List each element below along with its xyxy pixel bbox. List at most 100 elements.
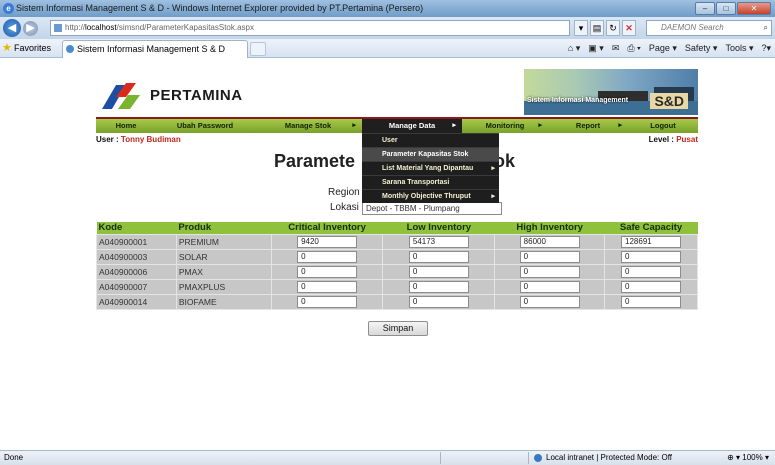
submenu-arrow-icon: ▸: [352, 122, 356, 129]
menu-ubah-password[interactable]: Ubah Password: [156, 119, 254, 133]
cell-low: 0: [382, 279, 496, 295]
search-input[interactable]: DAEMON Search ⌕: [646, 20, 772, 36]
low-input[interactable]: 0: [408, 281, 469, 293]
header-high: High Inventory: [494, 222, 605, 235]
url-prefix: http://: [65, 23, 86, 32]
cell-critical: 0: [270, 279, 384, 295]
dropdown-arrow-icon[interactable]: ▾: [574, 20, 588, 36]
safe-input[interactable]: 0: [621, 296, 682, 308]
table-header-row: Kode Produk Critical Inventory Low Inven…: [96, 222, 698, 235]
cell-kode: A040900001: [96, 234, 177, 250]
safe-input[interactable]: 0: [621, 281, 682, 293]
cell-low: 0: [382, 294, 496, 310]
header-kode: Kode: [96, 222, 177, 235]
cell-critical: 0: [270, 294, 384, 310]
command-bar: ⌂ ▾ ▣ ▾ ✉ ⎙ ▾ Page ▾ Safety ▾ Tools ▾ ?▾: [568, 42, 771, 55]
status-text: Done: [4, 453, 24, 462]
simpan-button[interactable]: Simpan: [368, 321, 428, 336]
critical-input[interactable]: 9420: [297, 236, 358, 248]
submenu-arrow-icon: ▸: [538, 122, 542, 129]
cell-kode: A040900006: [96, 264, 177, 280]
favorites-bar: ★ Favorites Sistem Informasi Management …: [0, 39, 775, 58]
table-row: A040900007 PMAXPLUS 0 0 0 0: [96, 279, 698, 295]
window-controls: – □ ✕: [695, 2, 771, 15]
critical-input[interactable]: 0: [297, 266, 358, 278]
critical-input[interactable]: 0: [297, 296, 358, 308]
page-menu[interactable]: Page ▾: [649, 42, 677, 55]
safe-input[interactable]: 0: [621, 251, 682, 263]
dropdown-item-list-material[interactable]: List Material Yang Dipantau ▸: [362, 161, 499, 175]
home-icon[interactable]: ⌂ ▾: [568, 42, 580, 55]
tools-menu[interactable]: Tools ▾: [725, 42, 753, 55]
dropdown-item-sarana-transportasi[interactable]: Sarana Transportasi: [362, 175, 499, 189]
help-icon[interactable]: ?▾: [761, 42, 771, 55]
stop-icon[interactable]: ✕: [622, 20, 636, 36]
low-input[interactable]: 54173: [408, 236, 469, 248]
low-input[interactable]: 0: [408, 296, 469, 308]
high-input[interactable]: 0: [519, 296, 580, 308]
mail-icon[interactable]: ✉: [612, 42, 620, 55]
refresh-icon[interactable]: ↻: [606, 20, 620, 36]
zoom-control[interactable]: ⊕ ▾ 100% ▾: [727, 451, 769, 465]
main-menu: Home Ubah Password Manage Stok ▸ Manage D…: [96, 117, 698, 133]
security-zone[interactable]: Local intranet | Protected Mode: Off: [534, 451, 672, 465]
window-title-bar: e Sistem Informasi Management S & D - Wi…: [0, 0, 775, 17]
cell-low: 54173: [382, 234, 496, 250]
dropdown-item-monthly-objective[interactable]: Monthly Objective Thruput ▸: [362, 189, 499, 203]
menu-manage-data[interactable]: Manage Data ▸: [362, 119, 462, 133]
forward-button[interactable]: ▶: [23, 21, 38, 36]
url-host: localhost: [85, 23, 117, 32]
dropdown-item-user[interactable]: User: [362, 133, 499, 147]
cell-kode: A040900003: [96, 249, 177, 265]
print-icon[interactable]: ⎙ ▾: [627, 42, 640, 55]
high-input[interactable]: 86000: [519, 236, 580, 248]
menu-logout[interactable]: Logout: [628, 119, 698, 133]
low-input[interactable]: 0: [408, 251, 469, 263]
page-title-left: Paramete: [274, 151, 356, 171]
safety-menu[interactable]: Safety ▾: [685, 42, 718, 55]
globe-icon: [534, 454, 542, 462]
url-input[interactable]: http://localhost/simsnd/ParameterKapasit…: [50, 20, 570, 36]
menu-report-label: Report: [575, 121, 601, 130]
high-input[interactable]: 0: [519, 251, 580, 263]
maximize-button[interactable]: □: [716, 2, 736, 15]
back-button[interactable]: ◀: [3, 19, 21, 37]
high-input[interactable]: 0: [519, 281, 580, 293]
cell-high: 0: [494, 279, 606, 295]
menu-manage-data-label: Manage Data: [388, 121, 436, 130]
cell-low: 0: [382, 249, 496, 265]
menu-home[interactable]: Home: [96, 119, 156, 133]
high-input[interactable]: 0: [519, 266, 580, 278]
banner-badge: S&D: [650, 93, 688, 109]
minimize-button[interactable]: –: [695, 2, 715, 15]
low-input[interactable]: 0: [408, 266, 469, 278]
stock-capacity-table: Kode Produk Critical Inventory Low Inven…: [96, 222, 698, 310]
cell-critical: 0: [270, 264, 384, 280]
feeds-icon[interactable]: ▣ ▾: [588, 42, 604, 55]
search-icon[interactable]: ⌕: [764, 21, 768, 35]
critical-input[interactable]: 0: [297, 281, 358, 293]
table-row: A040900001 PREMIUM 9420 54173 86000 1286…: [96, 234, 698, 250]
dropdown-item-parameter-kapasitas-stok[interactable]: Parameter Kapasitas Stok: [362, 147, 499, 161]
menu-monitoring[interactable]: Monitoring ▸: [462, 119, 548, 133]
menu-report[interactable]: Report ▸: [548, 119, 628, 133]
cell-kode: A040900007: [96, 279, 177, 295]
new-tab-button[interactable]: [250, 42, 266, 56]
favorites-label: Favorites: [14, 43, 52, 53]
compat-view-icon[interactable]: ▤: [590, 20, 604, 36]
header-banner: Sistem Informasi Management S&D: [524, 69, 698, 115]
browser-tab[interactable]: Sistem Informasi Management S & D: [62, 40, 248, 58]
safe-input[interactable]: 0: [621, 266, 682, 278]
safe-input[interactable]: 128691: [621, 236, 682, 248]
menu-monitoring-label: Monitoring: [485, 121, 525, 130]
menu-manage-stok[interactable]: Manage Stok ▸: [254, 119, 362, 133]
favorites-button[interactable]: ★ Favorites: [2, 41, 51, 56]
critical-input[interactable]: 0: [297, 251, 358, 263]
level-info: Level : Pusat: [649, 135, 698, 144]
close-button[interactable]: ✕: [737, 2, 771, 15]
cell-high: 86000: [494, 234, 606, 250]
cell-safe: 0: [604, 264, 698, 280]
cell-produk: SOLAR: [175, 249, 272, 265]
page-content: PERTAMINA Sistem Informasi Management S&…: [0, 59, 775, 450]
cell-safe: 0: [604, 279, 698, 295]
